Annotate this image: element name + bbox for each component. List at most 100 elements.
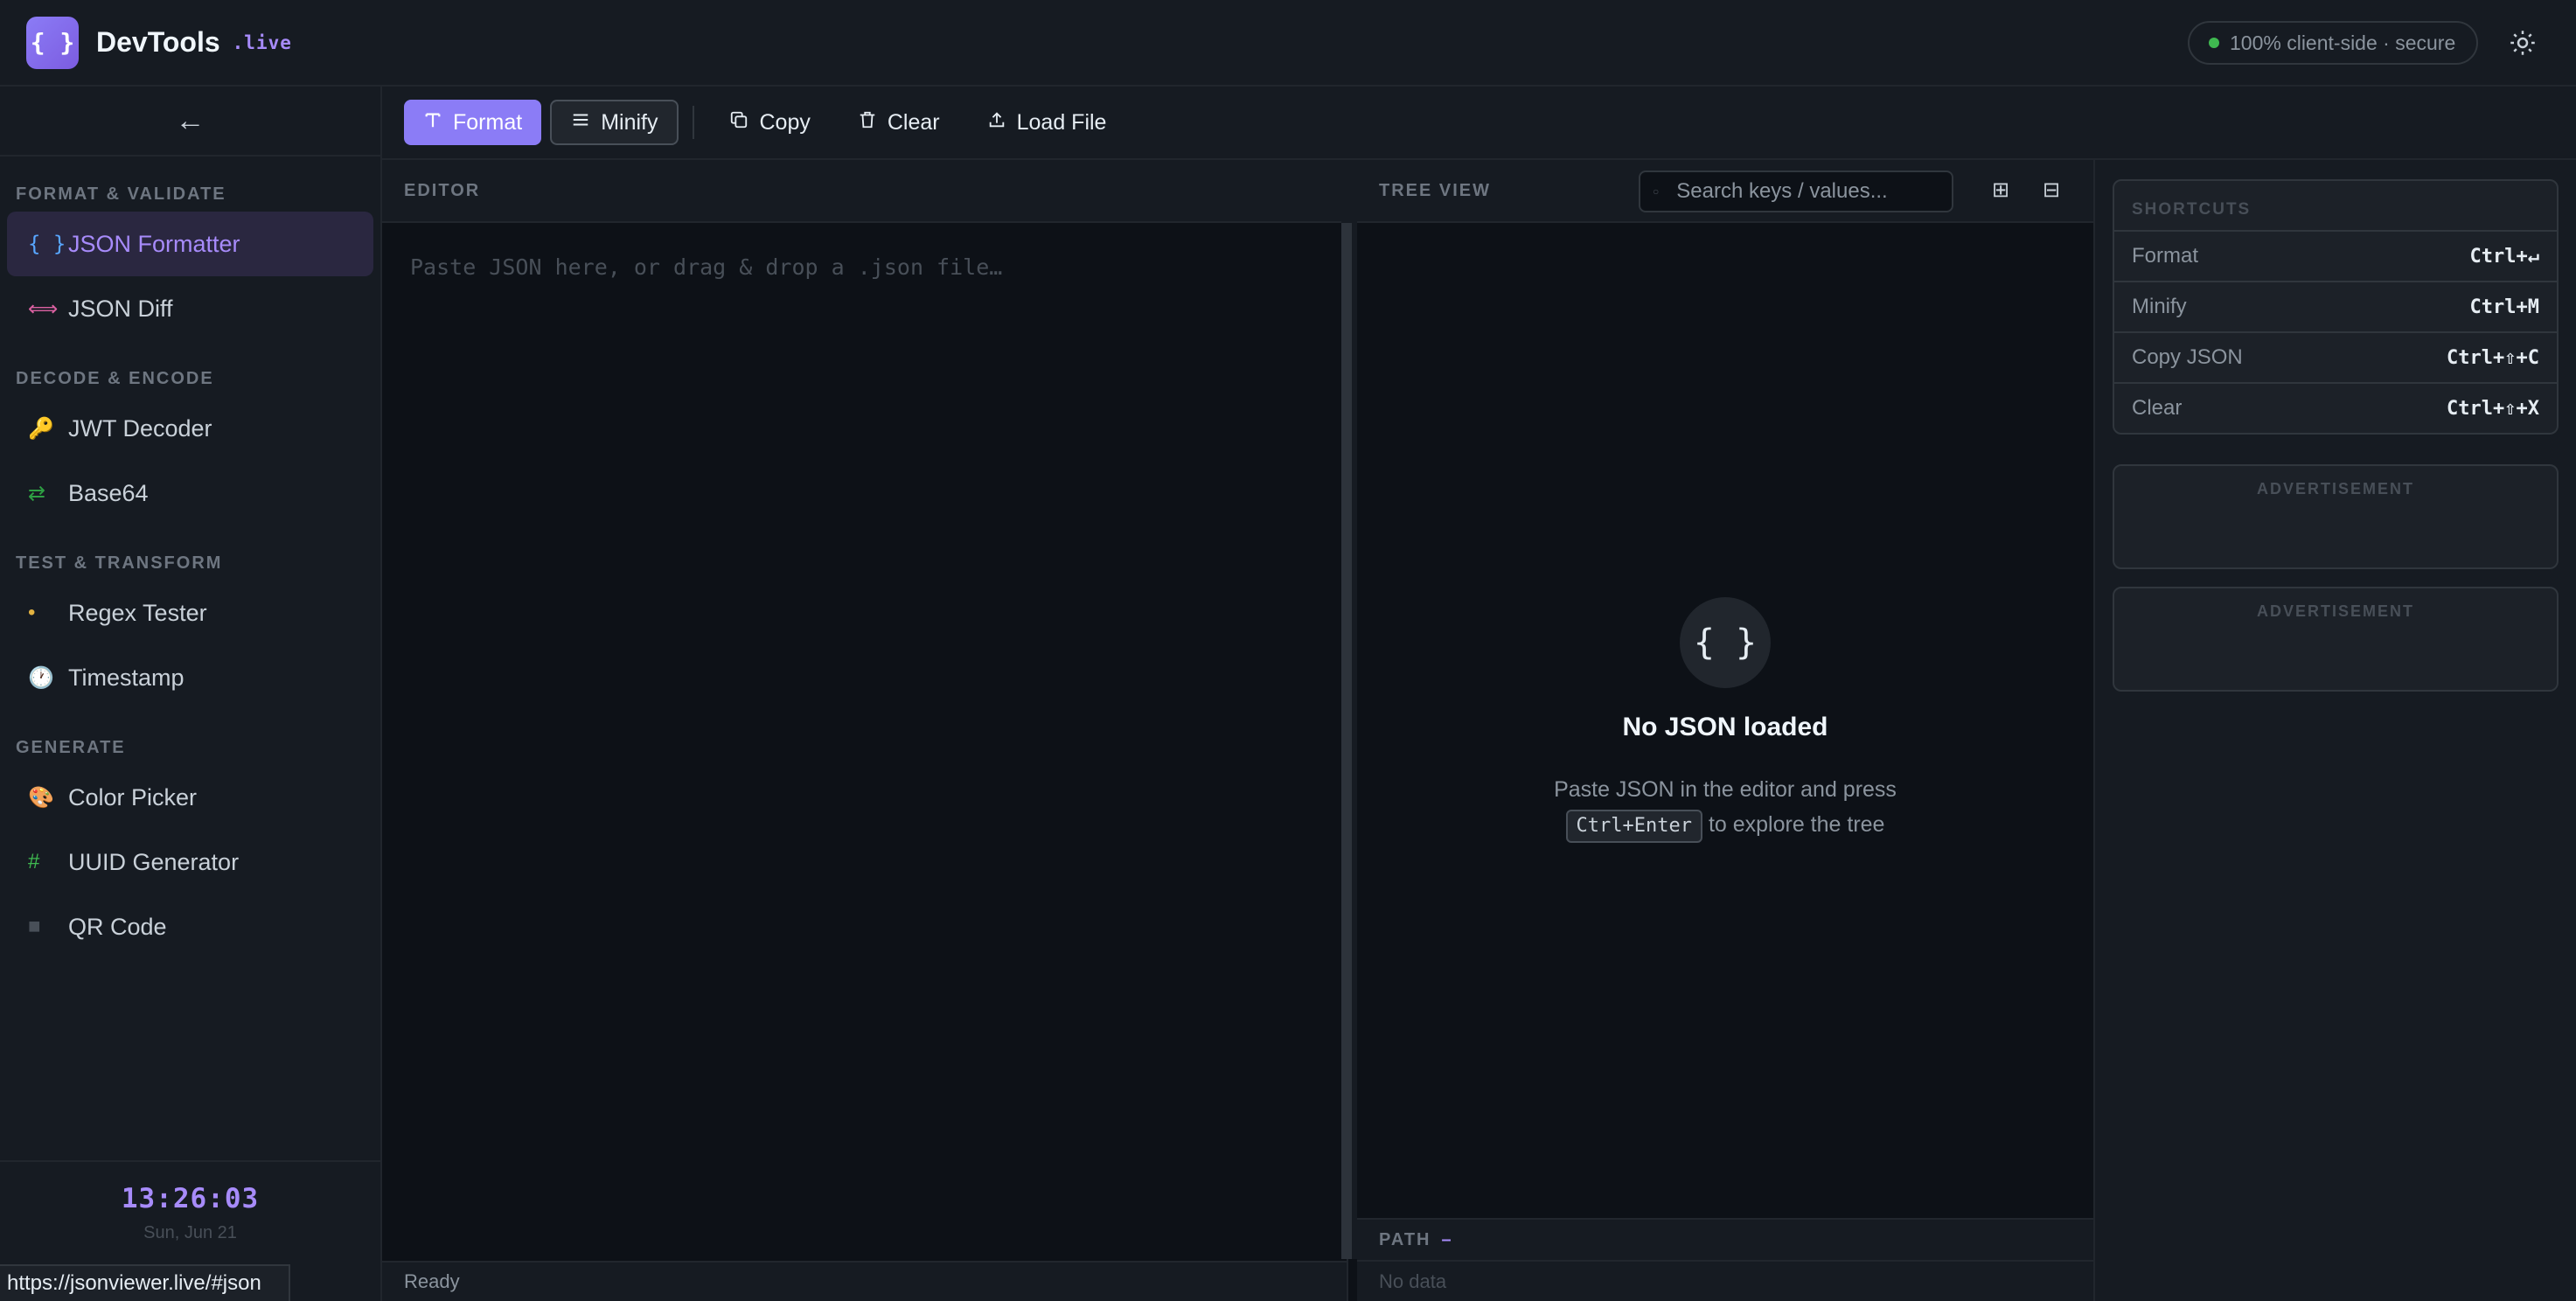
right-rail: SHORTCUTS Format Ctrl+↵ Minify Ctrl+M Co… [2095,160,2576,1301]
nav-section-title: FORMAT & VALIDATE [16,184,226,204]
sidebar-item-json-formatter[interactable]: { } JSON Formatter [7,212,373,276]
empty-line-1: Paste JSON in the editor and press [1554,777,1897,802]
panel-resize-handle[interactable] [1341,160,1357,1259]
path-bar: PATH – [1357,1218,2093,1260]
braces-icon: { } [28,232,66,256]
braces-icon: { } [1680,597,1771,688]
ad-slot[interactable]: ADVERTISEMENT [2113,464,2559,569]
upload-icon [987,110,1006,136]
sidebar-item-label: Timestamp [68,664,184,691]
tree-view-title: TREE VIEW [1379,180,1492,200]
swap-icon: ⇄ [28,481,46,505]
copy-icon [729,110,748,136]
clock-date: Sun, Jun 21 [143,1223,237,1242]
clear-label: Clear [887,109,940,135]
tree-search-placeholder: Search keys / values... [1676,179,1888,203]
toolbar-divider [693,106,695,139]
sun-icon [2510,31,2535,55]
tree-empty-state: { } No JSON loaded Paste JSON in the edi… [1357,597,2093,843]
shortcut-action: Format [2132,244,2199,268]
sidebar: ← FORMAT & VALIDATE { } JSON Formatter ⟺… [0,87,382,1301]
link-url-tooltip: https://jsonviewer.live/#json [0,1264,290,1301]
empty-line-2-text: to explore the tree [1708,812,1885,837]
text-format-icon [423,110,442,136]
sidebar-item-json-diff[interactable]: ⟺ JSON Diff [7,276,373,341]
clear-button[interactable]: Clear [839,100,959,145]
ad-label: ADVERTISEMENT [2256,480,2414,497]
toolbar: Format Minify Copy Clear Load File [382,87,2576,160]
key-icon: 🔑 [28,416,54,441]
search-icon: ○ [1653,185,1660,198]
sidebar-item-qr-code[interactable]: ■ QR Code [7,894,373,959]
sidebar-item-regex-tester[interactable]: • Regex Tester [7,581,373,645]
sidebar-item-label: UUID Generator [68,848,240,875]
theme-toggle-button[interactable] [2504,24,2541,61]
brand-tld: .live [232,31,292,53]
tree-view-header: TREE VIEW ○ Search keys / values... ⊞ ⊟ [1357,160,2093,223]
load-file-button[interactable]: Load File [968,100,1126,145]
path-value: – [1441,1229,1453,1249]
ad-slot[interactable]: ADVERTISEMENT [2113,587,2559,692]
sidebar-item-base64[interactable]: ⇄ Base64 [7,461,373,525]
minify-button[interactable]: Minify [550,100,679,145]
shortcut-keys: Ctrl+⇧+X [2447,397,2539,420]
editor-title: EDITOR [382,160,1347,223]
expand-all-icon[interactable]: ⊞ [1992,177,2009,203]
format-button[interactable]: Format [404,100,542,145]
sidebar-item-timestamp[interactable]: 🕐 Timestamp [7,645,373,710]
tree-status: No data [1357,1260,2093,1301]
sidebar-item-uuid-generator[interactable]: # UUID Generator [7,830,373,894]
logo-icon[interactable]: { } [26,16,79,69]
editor-status: Ready [382,1261,1347,1301]
editor-panel: EDITOR Paste JSON here, or drag & drop a… [382,160,1348,1301]
shortcut-keys: Ctrl+M [2469,296,2539,318]
shortcut-row: Clear Ctrl+⇧+X [2114,382,2557,433]
shortcut-action: Minify [2132,295,2187,318]
shortcuts-title: SHORTCUTS [2132,200,2252,219]
sidebar-item-color-picker[interactable]: 🎨 Color Picker [7,765,373,830]
shortcut-action: Copy JSON [2132,345,2243,369]
tree-search-input[interactable]: ○ Search keys / values... [1639,170,1953,212]
hash-icon: # [28,850,40,873]
sidebar-item-label: JWT Decoder [68,414,212,442]
shortcut-row: Minify Ctrl+M [2114,281,2557,331]
clock-icon: 🕐 [28,665,54,690]
load-file-label: Load File [1016,109,1107,135]
status-dot-icon [2209,38,2219,48]
palette-icon: 🎨 [28,785,54,810]
ad-label: ADVERTISEMENT [2256,602,2414,620]
minify-label: Minify [601,109,658,135]
shortcuts-card: SHORTCUTS Format Ctrl+↵ Minify Ctrl+M Co… [2113,179,2559,435]
nav-section-title: DECODE & ENCODE [16,369,214,388]
format-label: Format [453,109,523,135]
sidebar-item-label: JSON Diff [68,295,173,322]
copy-button[interactable]: Copy [710,100,829,145]
resize-grip [1341,223,1352,1259]
trash-icon [858,110,877,136]
sidebar-item-jwt-decoder[interactable]: 🔑 JWT Decoder [7,396,373,461]
empty-description: Paste JSON in the editor and press Ctrl+… [1357,772,2093,843]
collapse-all-icon[interactable]: ⊟ [2043,177,2060,203]
copy-label: Copy [759,109,811,135]
regex-icon: • [28,601,36,624]
json-editor-input[interactable]: Paste JSON here, or drag & drop a .json … [382,223,1347,311]
brand-name[interactable]: DevTools [96,26,220,59]
secure-label: 100% client-side · secure [2230,31,2456,54]
tree-view-panel: TREE VIEW ○ Search keys / values... ⊞ ⊟ … [1357,160,2095,1301]
sidebar-item-label: QR Code [68,913,167,940]
app-header: { } DevTools .live 100% client-side · se… [0,0,2576,87]
path-label: PATH [1379,1229,1431,1249]
clock-time: 13:26:03 [121,1183,260,1214]
shortcut-row: Copy JSON Ctrl+⇧+C [2114,331,2557,382]
empty-line-2: Ctrl+Enter to explore the tree [1357,807,2093,843]
shortcut-kbd: Ctrl+Enter [1565,810,1702,843]
diff-icon: ⟺ [28,296,59,321]
empty-title: No JSON loaded [1622,713,1828,741]
shortcut-row: Format Ctrl+↵ [2114,230,2557,281]
shortcut-keys: Ctrl+⇧+C [2447,346,2539,369]
sidebar-item-label: Regex Tester [68,599,207,626]
sidebar-item-label: JSON Formatter [68,230,240,257]
sidebar-collapse-button[interactable]: ← [0,87,380,157]
arrow-left-icon: ← [175,103,205,137]
shortcut-keys: Ctrl+↵ [2469,245,2539,268]
